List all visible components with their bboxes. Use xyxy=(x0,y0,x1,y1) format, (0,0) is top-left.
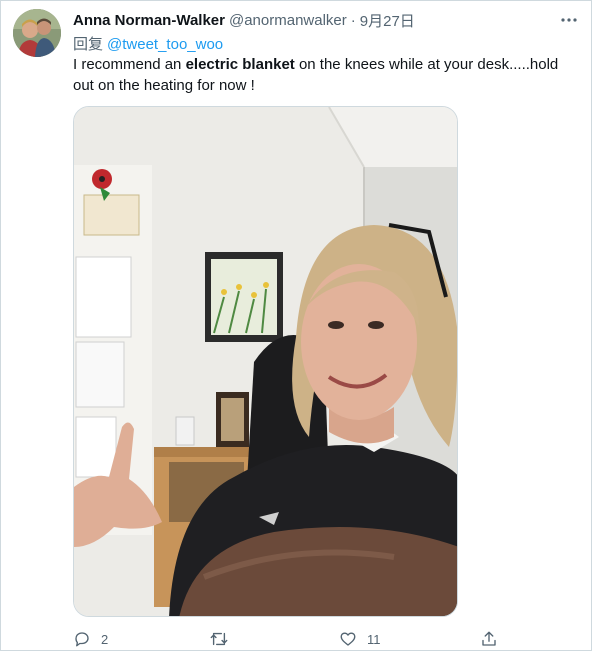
like-count: 11 xyxy=(367,631,381,647)
tweet-text-bold: electric blanket xyxy=(185,56,295,73)
heart-icon xyxy=(340,632,356,646)
tweet-text-part1: I recommend an xyxy=(73,56,186,73)
share-icon xyxy=(482,631,496,646)
share-button[interactable] xyxy=(480,628,498,650)
avatar-photo xyxy=(13,9,61,57)
reply-count: 2 xyxy=(101,631,109,647)
tweet-photo[interactable] xyxy=(73,106,458,617)
reply-mention-link[interactable]: @tweet_too_woo xyxy=(107,36,223,53)
tweet-header: Anna Norman-Walker @anormanwalker · 9月27… xyxy=(73,10,415,30)
tweet-actions: 2 11 xyxy=(73,628,503,650)
replying-to: 回复 @tweet_too_woo xyxy=(73,33,223,54)
tweet-text: I recommend an electric blanket on the k… xyxy=(73,54,573,96)
tweet-date[interactable]: 9月27日 xyxy=(360,10,415,31)
like-button[interactable]: 11 xyxy=(339,628,381,650)
reply-prefix: 回复 xyxy=(73,36,104,53)
selfie-photo xyxy=(74,107,457,616)
author-name[interactable]: Anna Norman-Walker xyxy=(73,12,225,29)
retweet-icon xyxy=(210,632,228,646)
author-handle[interactable]: @anormanwalker xyxy=(229,12,347,29)
reply-button[interactable]: 2 xyxy=(73,628,108,650)
author-avatar[interactable] xyxy=(13,9,61,57)
retweet-button[interactable] xyxy=(209,628,239,650)
more-horizontal-icon xyxy=(561,18,577,22)
more-options-button[interactable] xyxy=(557,10,581,30)
separator-dot: · xyxy=(350,11,356,29)
reply-bubble-icon xyxy=(75,632,89,647)
tweet-card[interactable]: Anna Norman-Walker @anormanwalker · 9月27… xyxy=(0,0,592,651)
